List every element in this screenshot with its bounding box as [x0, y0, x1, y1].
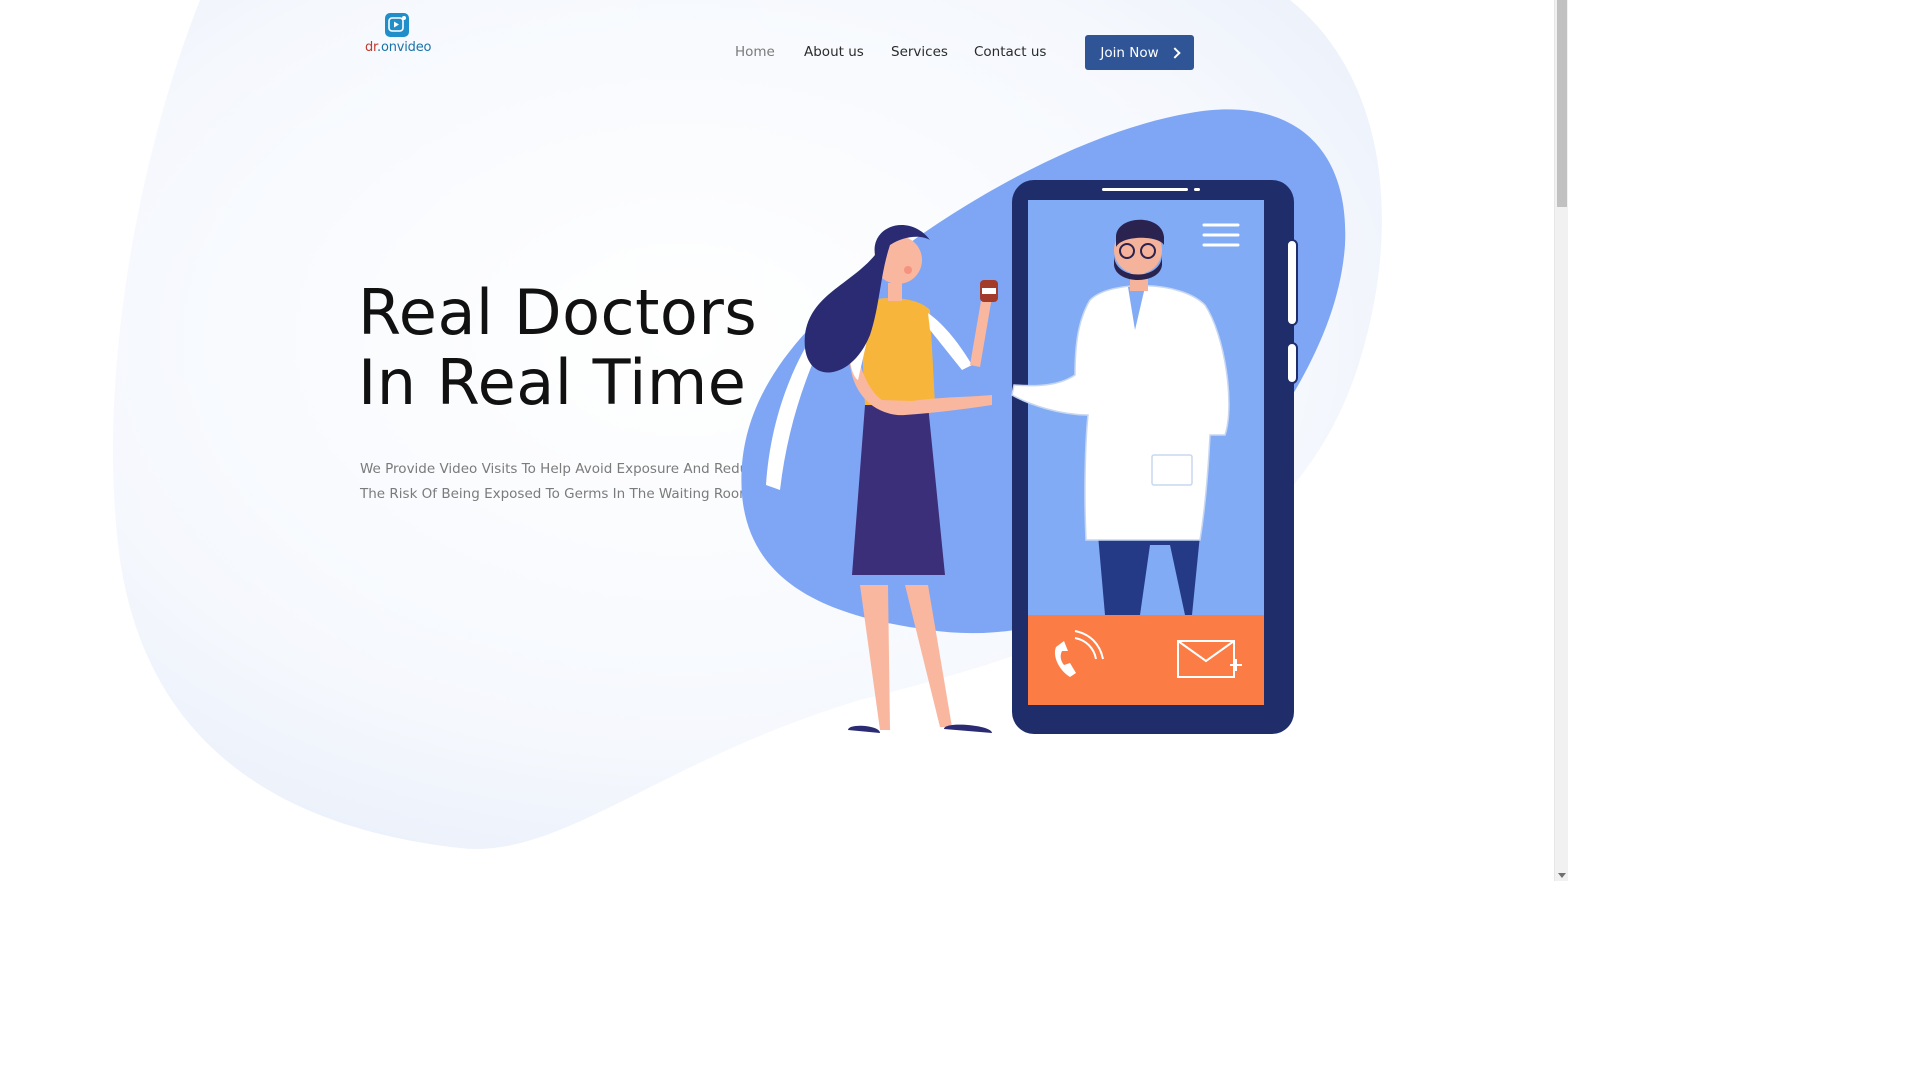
- nav-services[interactable]: Services: [891, 44, 948, 60]
- chevron-right-icon: [1168, 46, 1181, 59]
- telehealth-illustration: [741, 109, 1346, 734]
- hero-title-line1: Real Doctors: [358, 276, 758, 349]
- phone-side-button: [1286, 239, 1298, 326]
- phone-side-button-2: [1286, 342, 1298, 384]
- phone-camera: [1194, 188, 1200, 191]
- brand-name: dr.onvideo: [365, 40, 431, 55]
- hero-subtitle: We Provide Video Visits To Help Avoid Ex…: [360, 457, 764, 507]
- hero-title: Real Doctors In Real Time: [358, 278, 757, 418]
- hero-subtitle-line2: The Risk Of Being Exposed To Germs In Th…: [360, 486, 757, 502]
- phone-speaker: [1102, 188, 1188, 191]
- hero-title-line2: In Real Time: [358, 346, 747, 419]
- nav-about-us[interactable]: About us: [804, 44, 864, 60]
- call-bar: [1028, 615, 1264, 705]
- scrollbar-thumb[interactable]: [1557, 0, 1567, 207]
- hero-subtitle-line1: We Provide Video Visits To Help Avoid Ex…: [360, 461, 764, 477]
- join-now-label: Join Now: [1100, 44, 1159, 61]
- brand-name-suffix: .onvideo: [377, 40, 432, 55]
- play-video-icon: [385, 13, 409, 37]
- scroll-down-arrow-icon[interactable]: [1558, 873, 1566, 878]
- page-scrollbar[interactable]: [1554, 0, 1568, 881]
- nav-contact-us[interactable]: Contact us: [974, 44, 1046, 60]
- brand-name-prefix: dr: [365, 40, 378, 55]
- join-now-button[interactable]: Join Now: [1085, 35, 1194, 70]
- page: dr.onvideo Home About us Services Contac…: [0, 0, 1568, 881]
- brand-logo[interactable]: dr.onvideo: [365, 13, 435, 57]
- nav-home[interactable]: Home: [735, 44, 775, 60]
